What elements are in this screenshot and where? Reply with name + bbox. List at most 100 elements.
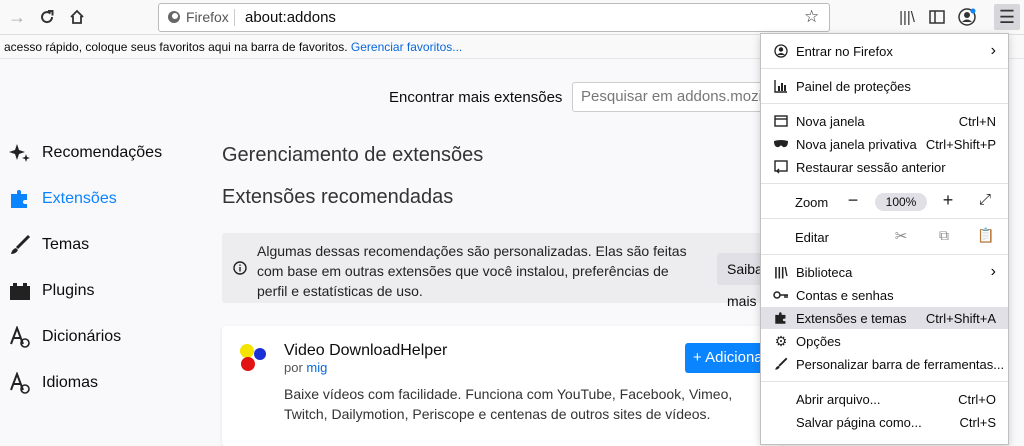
url-separator <box>234 9 235 26</box>
sparkles-icon <box>8 141 32 165</box>
account-icon <box>771 44 791 58</box>
zoom-reset-button[interactable]: 100% <box>875 193 927 211</box>
menu-item-private-window[interactable]: Nova janela privativa Ctrl+Shift+P <box>761 133 1008 155</box>
restore-icon <box>771 160 791 174</box>
star-icon[interactable]: ☆ <box>804 7 819 27</box>
sidebar-item-label: Plugins <box>42 282 95 299</box>
menu-item-sign-in[interactable]: Entrar no Firefox › <box>761 40 1008 62</box>
language-icon <box>8 371 32 395</box>
addon-author: por mig <box>284 360 327 375</box>
section-title: Extensões recomendadas <box>222 186 454 208</box>
paste-icon[interactable]: 📋 <box>976 227 996 244</box>
hamburger-menu-icon[interactable]: ☰ <box>994 4 1020 30</box>
edit-label: Editar <box>795 229 829 245</box>
find-more-label: Encontrar mais extensões <box>389 89 563 106</box>
sidebar-item-dicionarios[interactable]: Dicionários <box>8 322 121 352</box>
identity-box[interactable]: Firefox <box>167 9 229 25</box>
menu-item-shortcut: Ctrl+S <box>959 414 996 430</box>
window-icon <box>771 114 791 128</box>
menu-item-logins[interactable]: Contas e senhas <box>761 284 1008 306</box>
menu-item-label: Restaurar sessão anterior <box>796 159 946 175</box>
menu-item-label: Nova janela privativa <box>796 136 917 152</box>
menu-item-shortcut: Ctrl+Shift+A <box>925 310 996 326</box>
menu-item-shortcut: Ctrl+Shift+P <box>925 136 996 152</box>
library-icon[interactable]: |||\ <box>894 4 920 30</box>
sidebar-item-plugins[interactable]: Plugins <box>8 276 94 306</box>
firefox-icon <box>168 11 180 23</box>
menu-item-label: Painel de proteções <box>796 78 911 94</box>
menu-separator <box>761 68 1008 69</box>
cut-icon[interactable]: ✂ <box>891 227 911 245</box>
addon-card[interactable]: Video DownloadHelper por mig Baixe vídeo… <box>222 326 785 446</box>
key-icon <box>771 290 791 300</box>
sidebar-item-temas[interactable]: Temas <box>8 230 89 260</box>
copy-icon[interactable]: ⧉ <box>934 227 954 244</box>
identity-label: Firefox <box>186 9 229 25</box>
home-icon[interactable] <box>64 4 90 30</box>
menu-item-shortcut: Ctrl+O <box>958 391 996 407</box>
sidebar-item-extensoes[interactable]: Extensões <box>8 184 117 214</box>
notice-text: Algumas dessas recomendações são persona… <box>257 243 687 299</box>
menu-item-label: Nova janela <box>796 113 865 129</box>
url-bar[interactable]: Firefox about:addons ☆ <box>158 3 830 32</box>
addon-name[interactable]: Video DownloadHelper <box>284 342 447 360</box>
puzzle-icon <box>771 311 791 325</box>
menu-item-options[interactable]: ⚙ Opções <box>761 330 1008 352</box>
menu-item-library[interactable]: |||\ Biblioteca › <box>761 261 1008 283</box>
plugin-icon <box>8 279 32 303</box>
menu-item-label: Entrar no Firefox <box>796 43 893 59</box>
account-icon[interactable] <box>954 4 980 30</box>
app-menu-panel: Entrar no Firefox › Painel de proteções … <box>760 33 1009 445</box>
brush-icon <box>771 357 791 371</box>
dashboard-icon <box>771 79 791 93</box>
menu-item-label: Personalizar barra de ferramentas... <box>796 356 1005 372</box>
search-input[interactable]: Pesquisar em addons.mozilla.org <box>572 82 772 112</box>
menu-item-label: Contas e senhas <box>796 287 894 303</box>
menu-item-shortcut: Ctrl+N <box>958 113 996 129</box>
sidebar-toggle-icon[interactable] <box>924 4 950 30</box>
brush-icon <box>8 233 32 257</box>
gear-icon: ⚙ <box>774 332 788 349</box>
chevron-right-icon: › <box>990 42 996 59</box>
dictionary-icon <box>8 325 32 349</box>
sidebar-item-recomendacoes[interactable]: Recomendações <box>8 138 162 168</box>
menu-item-edit: Editar <box>761 226 1008 248</box>
recommendations-notice: Algumas dessas recomendações são persona… <box>222 233 787 309</box>
menu-item-restore-session[interactable]: Restaurar sessão anterior <box>761 156 1008 178</box>
menu-item-save-page[interactable]: Salvar página como... Ctrl+S <box>761 411 1008 433</box>
sidebar-item-idiomas[interactable]: Idiomas <box>8 368 98 398</box>
menu-separator <box>761 218 1008 219</box>
menu-item-label: Abrir arquivo... <box>796 391 881 407</box>
chevron-right-icon: › <box>990 263 996 280</box>
author-link[interactable]: mig <box>306 360 327 375</box>
reload-icon[interactable] <box>34 4 60 30</box>
sidebar-item-label: Extensões <box>42 190 117 207</box>
fullscreen-icon[interactable]: ⤢ <box>975 191 995 208</box>
addon-description: Baixe vídeos com facilidade. Funciona co… <box>284 386 733 422</box>
menu-item-new-window[interactable]: Nova janela Ctrl+N <box>761 110 1008 132</box>
page-title: Gerenciamento de extensões <box>222 144 484 166</box>
author-prefix: por <box>284 360 303 375</box>
sidebar-item-label: Recomendações <box>42 144 163 161</box>
forward-icon[interactable]: → <box>4 4 30 30</box>
sidebar-item-label: Temas <box>42 236 90 253</box>
menu-separator <box>761 254 1008 255</box>
sidebar-item-label: Dicionários <box>42 328 122 345</box>
menu-item-addons[interactable]: Extensões e temas Ctrl+Shift+A <box>761 307 1008 329</box>
zoom-out-button[interactable]: − <box>843 190 863 211</box>
menu-item-customize[interactable]: Personalizar barra de ferramentas... <box>761 353 1008 375</box>
zoom-in-button[interactable]: + <box>938 190 958 211</box>
menu-separator <box>761 381 1008 382</box>
bookmarks-hint: acesso rápido, coloque seus favoritos aq… <box>4 40 348 54</box>
menu-item-label: Opções <box>796 333 841 349</box>
addon-logo-icon <box>238 342 268 375</box>
manage-bookmarks-link[interactable]: Gerenciar favoritos... <box>351 40 462 54</box>
menu-item-protections[interactable]: Painel de proteções <box>761 75 1008 97</box>
library-icon: |||\ <box>774 265 788 279</box>
menu-item-open-file[interactable]: Abrir arquivo... Ctrl+O <box>761 388 1008 410</box>
navigation-toolbar: → Firefox about:addons ☆ |||\ ☰ <box>0 0 1024 35</box>
sidebar-item-label: Idiomas <box>42 374 99 391</box>
puzzle-icon <box>8 187 32 211</box>
menu-separator <box>761 103 1008 104</box>
url-text[interactable]: about:addons <box>245 9 336 26</box>
